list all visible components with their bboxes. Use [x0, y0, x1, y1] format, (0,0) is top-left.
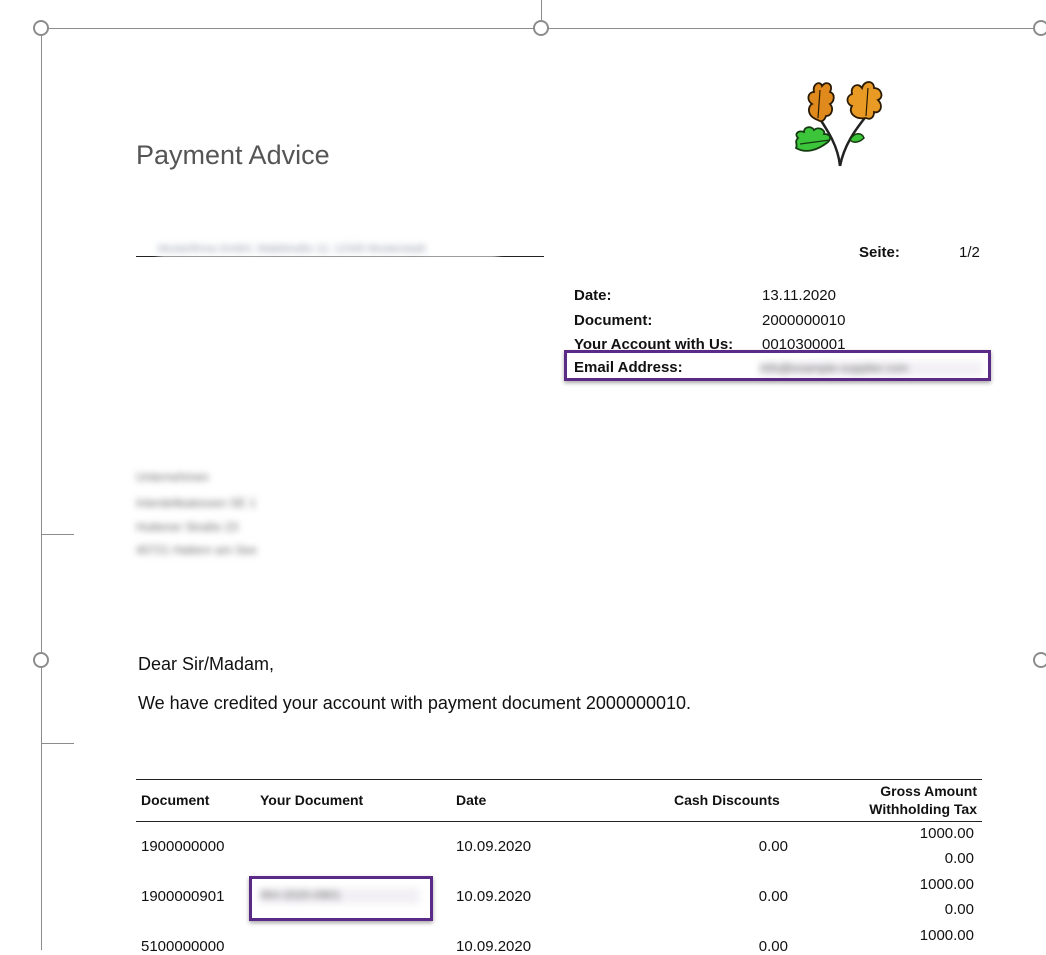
oak-leaves-logo-icon — [794, 81, 883, 167]
recipient-address-line: Unternehmen — [136, 470, 209, 484]
resize-handle-top-left[interactable] — [33, 20, 49, 36]
ruler-mark — [41, 534, 74, 535]
document-value: 2000000010 — [762, 312, 846, 329]
your-document-highlight-box — [249, 876, 433, 921]
resize-handle-top-center[interactable] — [533, 20, 549, 36]
table-cell-withholding-tax: 0.00 — [944, 901, 974, 918]
table-cell-gross-amount: 1000.00 — [919, 927, 974, 944]
account-value: 0010300001 — [762, 336, 846, 350]
table-cell-date: 10.09.2020 — [456, 888, 532, 905]
column-header-document: Document — [141, 792, 210, 808]
column-header-your-document: Your Document — [260, 792, 364, 808]
account-label: Your Account with Us: — [574, 336, 734, 350]
date-label: Date: — [574, 287, 612, 304]
column-header-date: Date — [456, 792, 487, 808]
page-label: Seite: — [859, 244, 900, 261]
column-header-gross-amount: Gross Amount — [880, 783, 977, 799]
selection-frame-rotate-stem — [541, 0, 542, 20]
table-cell-date: 10.09.2020 — [456, 938, 532, 955]
resize-handle-middle-right[interactable] — [1033, 652, 1046, 668]
table-cell-date: 10.09.2020 — [456, 838, 532, 855]
table-cell-document: 5100000000 — [141, 938, 225, 955]
column-header-withholding-tax: Withholding Tax — [869, 801, 977, 817]
table-cell-gross-amount: 1000.00 — [919, 825, 974, 842]
resize-handle-top-right[interactable] — [1033, 20, 1046, 36]
ruler-mark — [41, 743, 74, 744]
table-cell-withholding-tax: 0.00 — [944, 850, 974, 867]
document-label: Document: — [574, 312, 653, 329]
sender-address-redacted: Musterfirma GmbH, Waldstraße 12, 12345 M… — [158, 243, 498, 257]
date-value: 13.11.2020 — [762, 287, 836, 304]
table-cell-cash-discounts: 0.00 — [758, 838, 788, 855]
greeting: Dear Sir/Madam, — [138, 654, 275, 674]
page-title: Payment Advice — [136, 140, 330, 170]
recipient-address-line: Interdelikatessen SE 1 — [136, 496, 257, 510]
recipient-address-line: 40721 Hattern am See — [136, 543, 257, 557]
resize-handle-middle-left[interactable] — [33, 652, 49, 668]
page-number: 1/2 — [959, 244, 980, 261]
table-cell-gross-amount: 1000.00 — [919, 876, 974, 893]
table-cell-cash-discounts: 0.00 — [758, 938, 788, 955]
table-top-rule — [136, 779, 982, 780]
table-cell-document: 1900000000 — [141, 838, 225, 855]
recipient-address-line: Huttener Straße 23 — [136, 520, 239, 534]
email-highlight-box — [564, 350, 991, 381]
table-cell-cash-discounts: 0.00 — [758, 888, 788, 905]
column-header-cash-discounts: Cash Discounts — [674, 792, 780, 808]
table-header-rule — [136, 821, 982, 822]
table-cell-document: 1900000901 — [141, 888, 225, 905]
selection-frame-left — [41, 28, 42, 950]
letter-body: We have credited your account with payme… — [138, 693, 692, 713]
